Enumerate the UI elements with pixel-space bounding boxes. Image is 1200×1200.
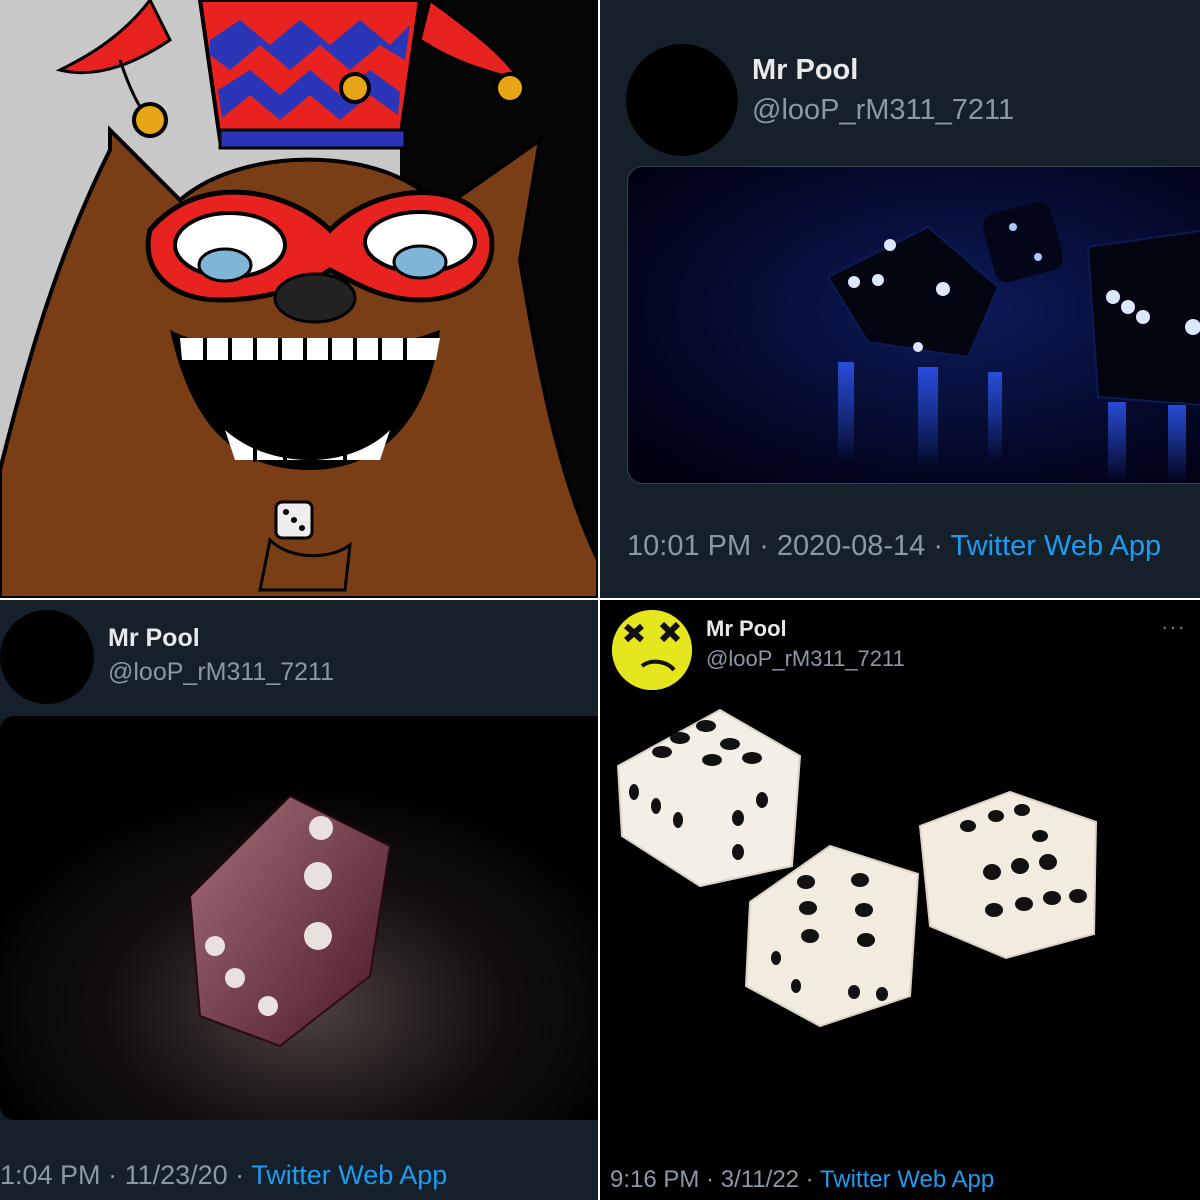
- tweet-media[interactable]: [627, 166, 1200, 484]
- tweet-card-3[interactable]: Mr Pool @looP_rM311_7211 ··· 9:16 PM · 3…: [600, 600, 1200, 1200]
- tweet-time[interactable]: 1:04 PM: [0, 1160, 101, 1190]
- horizontal-divider: [0, 598, 1200, 600]
- tweet-source-link[interactable]: Twitter Web App: [251, 1160, 447, 1190]
- meta-separator: ·: [799, 1166, 820, 1193]
- author-name[interactable]: Mr Pool: [752, 54, 858, 87]
- jester-wolf-icon: [0, 0, 598, 598]
- vertical-divider: [598, 0, 600, 1200]
- tweet-card-2[interactable]: Mr Pool @looP_rM311_7211 1:04 PM · 11/23…: [0, 600, 598, 1200]
- tweet-meta: 9:16 PM · 3/11/22 · Twitter Web App: [610, 1166, 994, 1194]
- tweet-meta: 1:04 PM · 11/23/20 · Twitter Web App: [0, 1160, 447, 1191]
- tweet-date[interactable]: 11/23/20: [125, 1160, 228, 1190]
- tweet-time[interactable]: 9:16 PM: [610, 1166, 699, 1193]
- tweet-date[interactable]: 3/11/22: [721, 1166, 799, 1193]
- author-handle[interactable]: @looP_rM311_7211: [752, 94, 1014, 127]
- author-name[interactable]: Mr Pool: [108, 624, 200, 653]
- meta-separator: ·: [925, 530, 951, 562]
- author-name[interactable]: Mr Pool: [706, 616, 787, 642]
- meta-separator: ·: [227, 1160, 252, 1190]
- meta-separator: ·: [751, 530, 777, 562]
- blue-dice-photo-icon: [628, 167, 1200, 483]
- red-die-photo-icon: [0, 716, 598, 1120]
- tweet-source-link[interactable]: Twitter Web App: [820, 1166, 994, 1193]
- yellow-smiley-avatar-icon[interactable]: [612, 610, 692, 690]
- jester-wolf-artwork-panel: [0, 0, 598, 598]
- tweet-media[interactable]: [0, 716, 598, 1120]
- author-avatar[interactable]: [0, 610, 94, 704]
- tweet-media[interactable]: [610, 696, 1200, 1150]
- tweet-source-link[interactable]: Twitter Web App: [951, 530, 1162, 562]
- author-handle[interactable]: @looP_rM311_7211: [706, 646, 905, 672]
- tweet-time[interactable]: 10:01 PM: [627, 530, 751, 562]
- tweet-date[interactable]: 2020-08-14: [777, 530, 925, 562]
- more-options-icon[interactable]: ···: [1161, 614, 1186, 640]
- meta-separator: ·: [699, 1166, 721, 1193]
- white-dice-photo-icon: [610, 696, 1200, 1150]
- tweet-meta: 10:01 PM · 2020-08-14 · Twitter Web App: [627, 530, 1161, 563]
- tweet-card-1[interactable]: Mr Pool @looP_rM311_7211 10:01 PM · 2020…: [600, 0, 1200, 598]
- meta-separator: ·: [100, 1160, 125, 1190]
- author-handle[interactable]: @looP_rM311_7211: [108, 658, 334, 687]
- author-avatar[interactable]: [626, 44, 738, 156]
